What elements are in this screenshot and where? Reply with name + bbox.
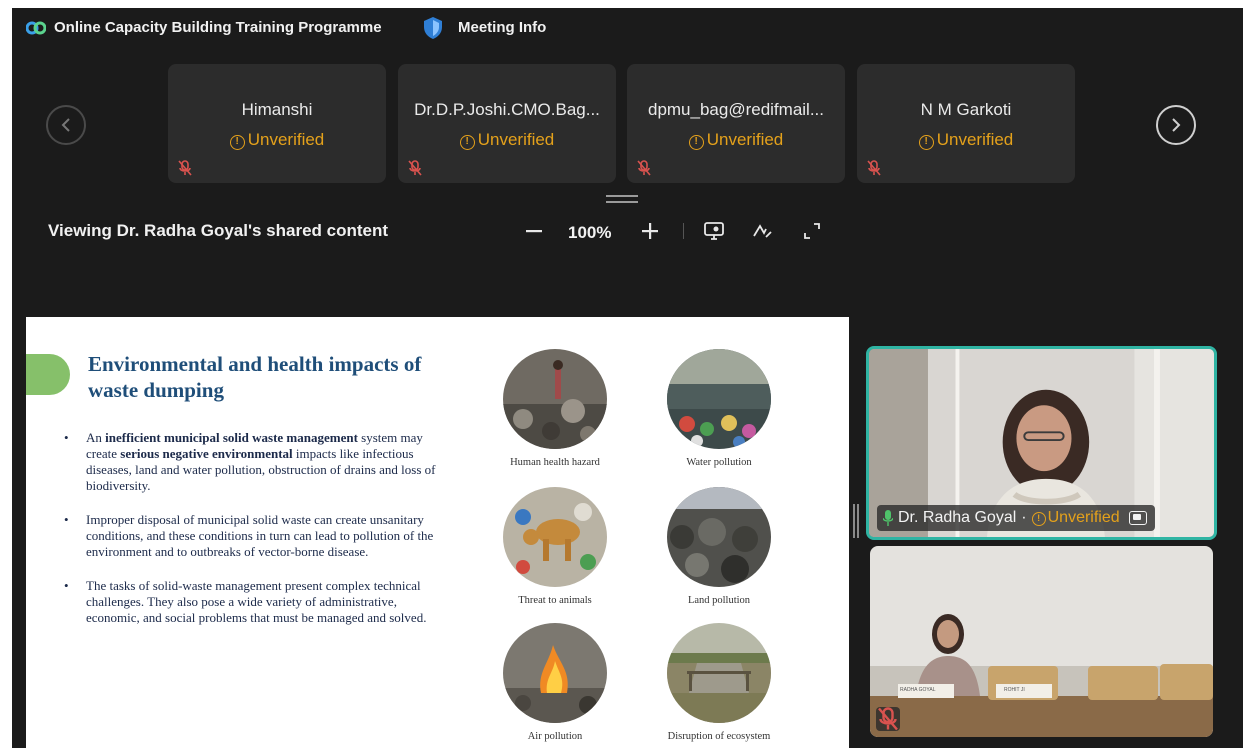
participant-status: ! Unverified: [627, 130, 845, 150]
slide-image-land-pollution: Land pollution: [666, 487, 772, 606]
zoom-in-button[interactable]: [640, 217, 660, 245]
screen-icon: [704, 222, 724, 240]
minus-icon: [526, 230, 542, 233]
fullscreen-button[interactable]: [800, 217, 824, 245]
mic-muted-badge: [876, 707, 900, 731]
participant-status-label: Unverified: [936, 130, 1014, 149]
speaker-name-badge: Dr. Radha Goyal · ! Unverified: [877, 505, 1155, 531]
image-caption: Land pollution: [687, 595, 751, 606]
participant-name: Himanshi: [241, 100, 313, 119]
shared-slide: Environmental and health impacts of wast…: [26, 317, 849, 748]
participant-card[interactable]: dpmu_bag@redifmail... ! Unverified: [627, 64, 845, 183]
slide-image-water-pollution: Water pollution: [666, 349, 772, 468]
participant-status-label: Unverified: [247, 130, 325, 149]
slide-bullet: The tasks of solid-waste management pres…: [62, 578, 452, 626]
participant-card[interactable]: Dr.D.P.Joshi.CMO.Bag... ! Unverified: [398, 64, 616, 183]
image-caption: Disruption of ecosystem: [667, 731, 771, 742]
meeting-window: Online Capacity Building Training Progra…: [12, 8, 1243, 748]
participant-name: Dr.D.P.Joshi.CMO.Bag...: [414, 100, 600, 119]
slide-photo: [667, 349, 771, 449]
mic-muted-icon: [637, 160, 651, 176]
image-caption: Water pollution: [686, 457, 752, 468]
slide-image-air-pollution: Air pollution: [502, 623, 608, 742]
annotate-icon: [753, 224, 772, 238]
mic-muted-icon: [408, 160, 422, 176]
mic-muted-icon: [878, 707, 898, 731]
image-caption: Threat to animals: [518, 595, 592, 606]
next-participants-button[interactable]: [1156, 105, 1196, 145]
slide-accent-shape: [26, 354, 70, 395]
clock-icon: !: [229, 135, 245, 150]
chevron-right-icon: [1172, 118, 1181, 132]
meeting-info-button[interactable]: Meeting Info: [458, 19, 546, 36]
slide-photo: [667, 623, 771, 723]
annotate-button[interactable]: [750, 217, 774, 245]
zoom-level: 100%: [568, 223, 612, 242]
name-separator: ·: [1021, 509, 1027, 526]
slide-bullet-list: An inefficient municipal solid waste man…: [62, 430, 452, 644]
shared-content-label: Viewing Dr. Radha Goyal's shared content: [48, 221, 389, 240]
participant-card[interactable]: N M Garkoti ! Unverified: [857, 64, 1075, 183]
clock-icon: !: [688, 135, 704, 150]
room-video-feed: [870, 546, 1213, 737]
bullet-text: An: [86, 430, 106, 445]
participant-name: N M Garkoti: [920, 100, 1012, 119]
webex-logo-icon: [26, 21, 46, 35]
participant-status-label: Unverified: [706, 130, 784, 149]
fullscreen-icon: [804, 223, 820, 239]
slide-photo: [503, 623, 607, 723]
participant-status: ! Unverified: [857, 130, 1075, 150]
bullet-text: The tasks of solid-waste management pres…: [86, 578, 427, 625]
mic-muted-icon: [867, 160, 881, 176]
shield-icon[interactable]: [422, 16, 444, 40]
speaker-name: Dr. Radha Goyal: [898, 509, 1017, 526]
zoom-out-button[interactable]: [524, 217, 544, 245]
slide-image-human-health-hazard: Human health hazard: [502, 349, 608, 468]
name-plate: RADHA GOYAL: [900, 687, 936, 693]
slide-image-threat-to-animals: Threat to animals: [502, 487, 608, 606]
sharing-screen-icon: [1128, 511, 1147, 525]
slide-bullet: Improper disposal of municipal solid was…: [62, 512, 452, 560]
participant-card[interactable]: Himanshi ! Unverified: [168, 64, 386, 183]
title-bar: Online Capacity Building Training Progra…: [12, 8, 1243, 48]
slide-photo: [503, 349, 607, 449]
participant-name: dpmu_bag@redifmail...: [647, 100, 824, 119]
strip-resize-handle[interactable]: [606, 195, 638, 203]
slide-photo: [667, 487, 771, 587]
slide-title: Environmental and health impacts of wast…: [88, 352, 422, 402]
image-caption: Air pollution: [527, 731, 583, 742]
participant-status-label: Unverified: [477, 130, 555, 149]
speaker-status: ! Unverified: [1031, 509, 1120, 527]
participant-status: ! Unverified: [168, 130, 386, 150]
slide-photo: [503, 487, 607, 587]
plus-icon: [642, 223, 658, 239]
toolbar-divider: [683, 223, 684, 239]
mic-active-icon: [883, 510, 893, 526]
participant-status: ! Unverified: [398, 130, 616, 150]
clock-icon: !: [918, 135, 934, 150]
bullet-bold-text: inefficient municipal solid waste manage…: [105, 430, 358, 445]
bullet-bold-text: serious negative environmental: [120, 446, 293, 461]
slide-bullet: An inefficient municipal solid waste man…: [62, 430, 452, 494]
image-caption: Human health hazard: [510, 457, 600, 468]
chevron-left-icon: [61, 118, 70, 132]
name-plate: ROHIT JI: [1004, 687, 1025, 693]
meeting-title: Online Capacity Building Training Progra…: [54, 19, 382, 36]
active-speaker-video[interactable]: Dr. Radha Goyal · ! Unverified: [866, 346, 1217, 540]
speaker-status-label: Unverified: [1047, 509, 1120, 526]
bullet-text: Improper disposal of municipal solid was…: [86, 512, 434, 559]
slide-image-disruption-of-ecosystem: Disruption of ecosystem: [666, 623, 772, 742]
mic-muted-icon: [178, 160, 192, 176]
clock-icon: !: [459, 135, 475, 150]
screen-options-button[interactable]: [702, 217, 726, 245]
clock-icon: !: [1031, 512, 1046, 526]
room-camera-video[interactable]: RADHA GOYAL ROHIT JI: [870, 546, 1213, 737]
previous-participants-button[interactable]: [46, 105, 86, 145]
video-panel-resize-handle[interactable]: [853, 504, 859, 538]
